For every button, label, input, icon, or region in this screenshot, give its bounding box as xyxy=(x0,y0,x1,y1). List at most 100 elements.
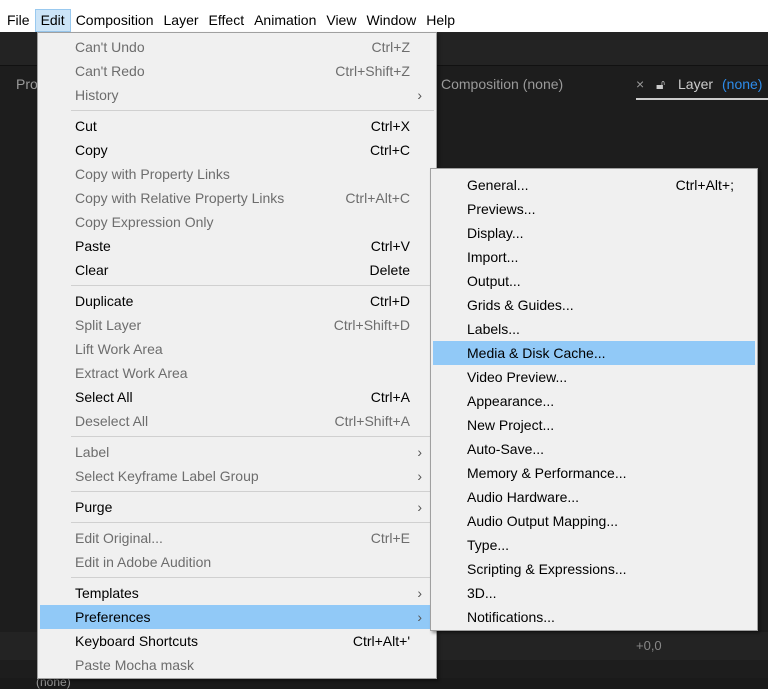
close-icon[interactable]: × xyxy=(636,76,644,92)
project-tab[interactable]: Pro xyxy=(16,76,38,92)
menu-item-copy[interactable]: Copy Ctrl+C xyxy=(40,138,434,162)
chevron-right-icon: › xyxy=(417,468,422,484)
edit-menu: Can't Undo Ctrl+Z Can't Redo Ctrl+Shift+Z Hi… xyxy=(37,32,437,679)
shortcut: Ctrl+E xyxy=(370,530,410,546)
menu-item-edit-original[interactable]: Edit Original... Ctrl+E xyxy=(40,526,434,550)
chevron-right-icon: › xyxy=(417,609,422,625)
menu-item-copy-expression-only[interactable]: Copy Expression Only xyxy=(40,210,434,234)
menu-item-label: Lift Work Area xyxy=(75,341,163,357)
menu-item-purge[interactable]: Purge › xyxy=(40,495,434,519)
shortcut: Ctrl+Shift+Z xyxy=(335,63,410,79)
menu-item-label: History xyxy=(75,87,119,103)
pref-item-audio-output-mapping[interactable]: Audio Output Mapping... xyxy=(433,509,755,533)
menu-item-label: 3D... xyxy=(467,585,497,601)
pref-item-new-project[interactable]: New Project... xyxy=(433,413,755,437)
pref-item-general[interactable]: General... Ctrl+Alt+; xyxy=(433,173,755,197)
menu-item-copy-with-property-links[interactable]: Copy with Property Links xyxy=(40,162,434,186)
menu-separator xyxy=(71,519,434,526)
pref-item-grids-guides[interactable]: Grids & Guides... xyxy=(433,293,755,317)
pref-item-auto-save[interactable]: Auto-Save... xyxy=(433,437,755,461)
menu-item-label: Audio Output Mapping... xyxy=(467,513,618,529)
menu-item-label: Clear xyxy=(75,262,109,278)
pref-item-3d[interactable]: 3D... xyxy=(433,581,755,605)
menu-item-clear[interactable]: Clear Delete xyxy=(40,258,434,282)
menu-item-label: Auto-Save... xyxy=(467,441,545,457)
menu-item-cut[interactable]: Cut Ctrl+X xyxy=(40,114,434,138)
menu-item-label: Copy Expression Only xyxy=(75,214,214,230)
menu-item-label: Deselect All xyxy=(75,413,149,429)
menu-item-deselect-all[interactable]: Deselect All Ctrl+Shift+A xyxy=(40,409,434,433)
menu-item-label: Media & Disk Cache... xyxy=(467,345,606,361)
menu-item-copy-with-relative-property-links[interactable]: Copy with Relative Property Links Ctrl+Al… xyxy=(40,186,434,210)
pref-item-audio-hardware[interactable]: Audio Hardware... xyxy=(433,485,755,509)
menu-item-label: Previews... xyxy=(467,201,536,217)
menu-item-label: Can't Redo xyxy=(75,63,145,79)
pref-item-import[interactable]: Import... xyxy=(433,245,755,269)
layer-tab[interactable]: Layer xyxy=(678,76,713,92)
pref-item-video-preview[interactable]: Video Preview... xyxy=(433,365,755,389)
menu-item-label: General... xyxy=(467,177,529,193)
menu-effect[interactable]: Effect xyxy=(204,9,250,32)
pref-item-previews[interactable]: Previews... xyxy=(433,197,755,221)
menu-item-templates[interactable]: Templates › xyxy=(40,581,434,605)
shortcut: Ctrl+D xyxy=(369,293,410,309)
menu-item-label: Type... xyxy=(467,537,510,553)
timeline-tab-bar: (none) xyxy=(0,675,768,689)
shortcut: Ctrl+Z xyxy=(371,39,411,55)
menu-item-can-t-redo[interactable]: Can't Redo Ctrl+Shift+Z xyxy=(40,59,434,83)
menu-layer[interactable]: Layer xyxy=(159,9,204,32)
pref-item-output[interactable]: Output... xyxy=(433,269,755,293)
shortcut: Ctrl+Alt+' xyxy=(352,633,410,649)
shortcut: Ctrl+Alt+C xyxy=(345,190,410,206)
pref-item-display[interactable]: Display... xyxy=(433,221,755,245)
shortcut: Delete xyxy=(369,262,410,278)
menu-help[interactable]: Help xyxy=(421,9,460,32)
menu-view[interactable]: View xyxy=(321,9,361,32)
menu-file[interactable]: File xyxy=(2,9,35,32)
menu-item-label: Audio Hardware... xyxy=(467,489,580,505)
menu-item-label: Select Keyframe Label Group xyxy=(75,468,259,484)
menu-item-history[interactable]: History › xyxy=(40,83,434,107)
pref-item-notifications[interactable]: Notifications... xyxy=(433,605,755,629)
menu-item-can-t-undo[interactable]: Can't Undo Ctrl+Z xyxy=(40,35,434,59)
composition-tab[interactable]: Composition (none) xyxy=(441,76,563,92)
menu-item-duplicate[interactable]: Duplicate Ctrl+D xyxy=(40,289,434,313)
menu-edit[interactable]: Edit xyxy=(34,8,71,32)
menu-window[interactable]: Window xyxy=(361,9,421,32)
menu-item-label: Duplicate xyxy=(75,293,134,309)
menu-item-select-keyframe-label-group[interactable]: Select Keyframe Label Group › xyxy=(40,464,434,488)
menu-item-keyboard-shortcuts[interactable]: Keyboard Shortcuts Ctrl+Alt+' xyxy=(40,629,434,653)
menu-item-preferences[interactable]: Preferences › xyxy=(40,605,434,629)
menu-item-edit-in-adobe-audition[interactable]: Edit in Adobe Audition xyxy=(40,550,434,574)
chevron-right-icon: › xyxy=(417,87,422,103)
pref-item-type[interactable]: Type... xyxy=(433,533,755,557)
menu-item-label: Extract Work Area xyxy=(75,365,188,381)
menu-item-split-layer[interactable]: Split Layer Ctrl+Shift+D xyxy=(40,313,434,337)
menu-item-paste-mocha-mask[interactable]: Paste Mocha mask xyxy=(40,653,434,677)
menu-item-label: Paste xyxy=(75,238,111,254)
shortcut: Ctrl+Alt+; xyxy=(675,177,734,193)
exposure-value[interactable]: +0,0 xyxy=(636,638,662,653)
menu-animation[interactable]: Animation xyxy=(249,9,321,32)
pref-item-media-disk-cache[interactable]: Media & Disk Cache... xyxy=(433,341,755,365)
menu-item-label: Keyboard Shortcuts xyxy=(75,633,198,649)
menu-item-label: Appearance... xyxy=(467,393,555,409)
pref-item-labels[interactable]: Labels... xyxy=(433,317,755,341)
lock-icon[interactable]: 🔓︎ xyxy=(656,76,665,93)
pref-item-memory-performance[interactable]: Memory & Performance... xyxy=(433,461,755,485)
menu-item-label: Paste Mocha mask xyxy=(75,657,195,673)
menu-item-extract-work-area[interactable]: Extract Work Area xyxy=(40,361,434,385)
menu-composition[interactable]: Composition xyxy=(71,9,159,32)
menu-item-paste[interactable]: Paste Ctrl+V xyxy=(40,234,434,258)
shortcut: Ctrl+C xyxy=(369,142,410,158)
menu-item-label: Edit Original... xyxy=(75,530,163,546)
menu-item-label: Display... xyxy=(467,225,524,241)
active-tab-indicator xyxy=(636,98,768,100)
menu-item-select-all[interactable]: Select All Ctrl+A xyxy=(40,385,434,409)
pref-item-appearance[interactable]: Appearance... xyxy=(433,389,755,413)
pref-item-scripting-expressions[interactable]: Scripting & Expressions... xyxy=(433,557,755,581)
title-bar xyxy=(0,0,768,8)
menu-item-label[interactable]: Label › xyxy=(40,440,434,464)
menu-item-label: Copy xyxy=(75,142,108,158)
menu-item-lift-work-area[interactable]: Lift Work Area xyxy=(40,337,434,361)
